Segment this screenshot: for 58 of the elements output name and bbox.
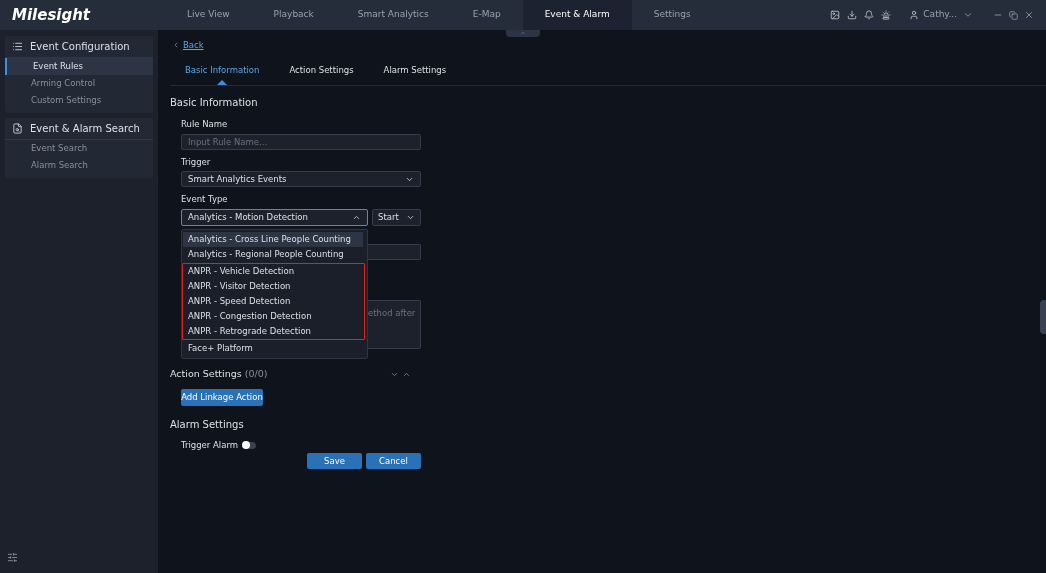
sidebar-item[interactable]: Arming Control (5, 75, 153, 92)
section-heading: Basic Information (170, 95, 259, 110)
dropdown-option[interactable]: ANPR - Speed Detection (183, 294, 364, 309)
sidebar-item[interactable]: Event Search (5, 140, 153, 157)
list-icon (12, 41, 23, 52)
trigger-select[interactable]: Smart Analytics Events (181, 171, 421, 188)
save-button[interactable]: Save (307, 453, 362, 469)
toggle-switch[interactable] (243, 442, 257, 450)
sidebar-item[interactable]: Alarm Search (5, 157, 153, 174)
collapse-handle[interactable] (506, 30, 540, 37)
field-label: Event Type (181, 193, 229, 206)
field-label: Trigger Alarm (181, 439, 239, 452)
nav-tab[interactable]: Settings (631, 0, 713, 30)
nav-tab[interactable]: Event & Alarm (522, 0, 632, 30)
restore-icon[interactable] (1009, 10, 1018, 20)
image-icon[interactable] (830, 10, 841, 20)
dropdown-option[interactable]: Face+ Platform (183, 341, 363, 356)
dropdown-option[interactable]: ANPR - Retrograde Detection (183, 324, 364, 339)
edge-select[interactable]: Start (372, 209, 421, 226)
section-tab[interactable]: Action Settings (274, 55, 369, 85)
dropdown-option[interactable]: Analytics - Regional People Counting (183, 247, 363, 262)
user-icon (909, 10, 920, 20)
nav-tab[interactable]: E-Map (450, 0, 523, 30)
side-handle[interactable] (1040, 300, 1046, 334)
bell-icon[interactable] (864, 10, 875, 20)
dropdown-option[interactable]: ANPR - Congestion Detection (183, 309, 364, 324)
add-linkage-button[interactable]: Add Linkage Action (181, 389, 263, 407)
sidebar-item[interactable]: Custom Settings (5, 92, 153, 109)
section-tab[interactable]: Basic Information (170, 55, 275, 85)
section-heading: Action Settings (0/0) (170, 367, 268, 381)
field-label: Trigger (181, 155, 212, 169)
download-icon[interactable] (847, 10, 858, 20)
settings-icon[interactable] (7, 552, 18, 563)
dropdown-option[interactable]: ANPR - Visitor Detection (183, 279, 364, 294)
siren-icon[interactable] (881, 10, 892, 20)
nav-tab[interactable]: Playback (251, 0, 336, 30)
section-title: Event & Alarm Search (30, 122, 140, 136)
close-icon[interactable] (1024, 10, 1034, 20)
field-label: Rule Name (181, 117, 229, 131)
user-menu[interactable]: Cathy... (923, 8, 957, 22)
dropdown-option[interactable]: ANPR - Vehicle Detection (183, 264, 364, 279)
rule-name-field[interactable]: Input Rule Name... (181, 133, 421, 150)
section-title: Event Configuration (30, 40, 130, 54)
dropdown-option[interactable]: Analytics - Cross Line People Counting (183, 232, 363, 247)
chevron-up-icon (352, 213, 361, 222)
nav-tab[interactable]: Smart Analytics (335, 0, 451, 30)
chevron-down-icon (406, 213, 415, 222)
nav-tab[interactable]: Live View (165, 0, 252, 30)
file-search-icon (12, 123, 23, 134)
logo: Milesight (11, 4, 92, 26)
chevron-down-icon (963, 10, 973, 20)
event-type-select[interactable]: Analytics - Motion Detection (181, 209, 368, 226)
back-link[interactable]: Back (183, 39, 204, 52)
section-tab[interactable]: Alarm Settings (368, 55, 462, 85)
chevron-left-icon (172, 41, 180, 50)
cancel-button[interactable]: Cancel (366, 453, 421, 469)
sidebar-item[interactable]: Event Rules (5, 58, 153, 75)
section-heading: Alarm Settings (170, 418, 245, 433)
